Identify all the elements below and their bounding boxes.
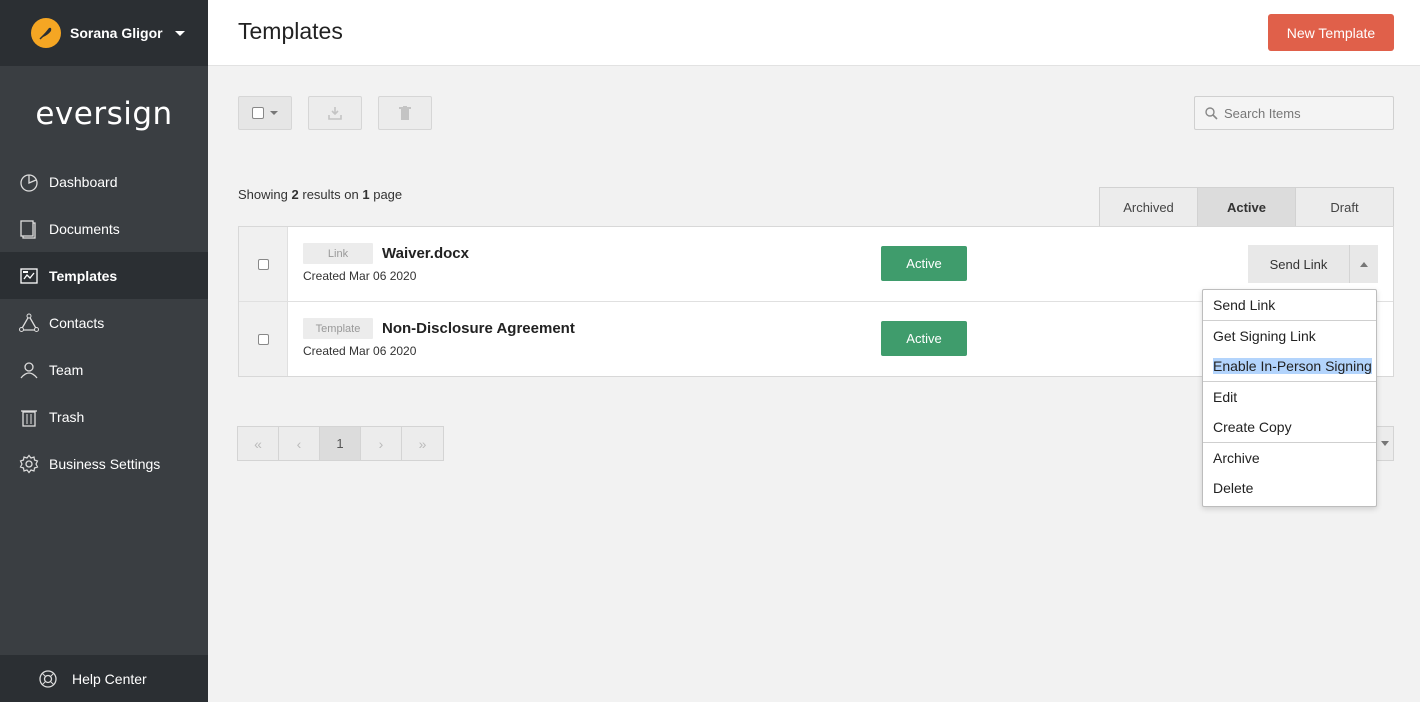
download-icon [328, 107, 342, 120]
row-checkbox[interactable] [257, 258, 269, 270]
results-prefix: Showing [238, 187, 288, 202]
select-all-checkbox[interactable] [252, 107, 264, 119]
sidebar-item-label: Team [49, 361, 84, 378]
select-all-dropdown[interactable] [238, 96, 292, 130]
type-badge: Link [303, 243, 373, 264]
status-badge: Active [881, 321, 967, 356]
row-checkbox-cell[interactable] [239, 227, 288, 301]
chevron-down-icon [270, 111, 278, 115]
results-count: 2 [291, 187, 299, 202]
sidebar-item-label: Documents [49, 220, 120, 237]
sidebar-item-dashboard[interactable]: Dashboard [0, 158, 208, 205]
page-title: Templates [238, 18, 343, 44]
trash-icon [19, 407, 39, 427]
chevron-down-icon [1380, 441, 1389, 446]
menu-item-get-signing-link[interactable]: Get Signing Link [1203, 321, 1376, 351]
sidebar-item-label: Trash [49, 408, 85, 425]
user-menu[interactable]: Sorana Gligor [0, 0, 208, 66]
trash-icon [399, 106, 411, 120]
help-center-label: Help Center [72, 670, 147, 687]
team-icon [19, 360, 39, 380]
first-page-button[interactable]: « [238, 427, 279, 460]
menu-item-delete[interactable]: Delete [1203, 473, 1376, 503]
page-number-button[interactable]: 1 [320, 427, 361, 460]
menu-item-create-copy[interactable]: Create Copy [1203, 412, 1376, 442]
template-name[interactable]: Non-Disclosure Agreement [382, 320, 575, 337]
menu-item-archive[interactable]: Archive [1203, 443, 1376, 473]
user-name: Sorana Gligor [70, 25, 163, 41]
feather-icon [39, 27, 52, 40]
gear-icon [19, 454, 39, 474]
sidebar: Sorana Gligor eversign Dashboard Documen… [0, 0, 208, 702]
eversign-logo[interactable]: eversign [0, 66, 208, 158]
sidebar-item-label: Contacts [49, 314, 105, 331]
pagination: « ‹ 1 › » [237, 426, 444, 461]
sidebar-item-business-settings[interactable]: Business Settings [0, 440, 208, 487]
templates-icon [19, 266, 39, 286]
documents-icon [19, 219, 39, 239]
chevron-down-icon [174, 30, 185, 36]
results-summary: Showing 2 results on 1 page [238, 187, 402, 202]
menu-item-label: Enable In-Person Signing [1213, 358, 1372, 374]
status-filter-tabs: Archived Active Draft [1099, 187, 1394, 227]
status-badge: Active [881, 246, 967, 281]
row-checkbox-cell[interactable] [239, 302, 288, 376]
user-avatar [31, 18, 61, 48]
prev-page-button[interactable]: ‹ [279, 427, 320, 460]
sidebar-item-label: Dashboard [49, 173, 118, 190]
results-middle: results on [302, 187, 359, 202]
contacts-icon [19, 313, 39, 333]
tab-archived[interactable]: Archived [1100, 188, 1198, 227]
sidebar-item-documents[interactable]: Documents [0, 205, 208, 252]
search-input[interactable] [1224, 105, 1384, 121]
menu-item-edit[interactable]: Edit [1203, 382, 1376, 412]
download-button[interactable] [308, 96, 362, 130]
send-link-split-button: Send Link [1248, 245, 1378, 283]
help-center-link[interactable]: Help Center [0, 655, 208, 702]
sidebar-item-templates[interactable]: Templates [0, 252, 208, 299]
tab-draft[interactable]: Draft [1296, 188, 1393, 227]
actions-dropdown-menu: Send Link Get Signing Link Enable In-Per… [1202, 289, 1377, 507]
search-icon [1205, 106, 1218, 120]
chevron-up-icon [1360, 261, 1368, 267]
actions-dropdown-toggle[interactable] [1349, 245, 1378, 283]
results-suffix: page [373, 187, 403, 202]
tab-active[interactable]: Active [1198, 188, 1296, 227]
template-name[interactable]: Waiver.docx [382, 245, 469, 262]
sidebar-item-contacts[interactable]: Contacts [0, 299, 208, 346]
sidebar-item-trash[interactable]: Trash [0, 393, 208, 440]
menu-item-send-link[interactable]: Send Link [1203, 290, 1376, 320]
sidebar-item-label: Templates [49, 267, 118, 284]
send-link-button[interactable]: Send Link [1248, 245, 1349, 283]
dashboard-icon [19, 172, 39, 192]
sidebar-item-label: Business Settings [49, 455, 161, 472]
last-page-button[interactable]: » [402, 427, 443, 460]
results-pages: 1 [362, 187, 370, 202]
menu-item-enable-in-person-signing[interactable]: Enable In-Person Signing [1203, 351, 1376, 381]
search-box[interactable] [1194, 96, 1394, 130]
sidebar-item-team[interactable]: Team [0, 346, 208, 393]
row-checkbox[interactable] [257, 333, 269, 345]
type-badge: Template [303, 318, 373, 339]
new-template-button[interactable]: New Template [1268, 14, 1394, 51]
page-header: Templates New Template [208, 0, 1420, 66]
next-page-button[interactable]: › [361, 427, 402, 460]
delete-button[interactable] [378, 96, 432, 130]
created-date: Created Mar 06 2020 [303, 269, 417, 283]
created-date: Created Mar 06 2020 [303, 344, 417, 358]
lifebuoy-icon [38, 669, 58, 689]
